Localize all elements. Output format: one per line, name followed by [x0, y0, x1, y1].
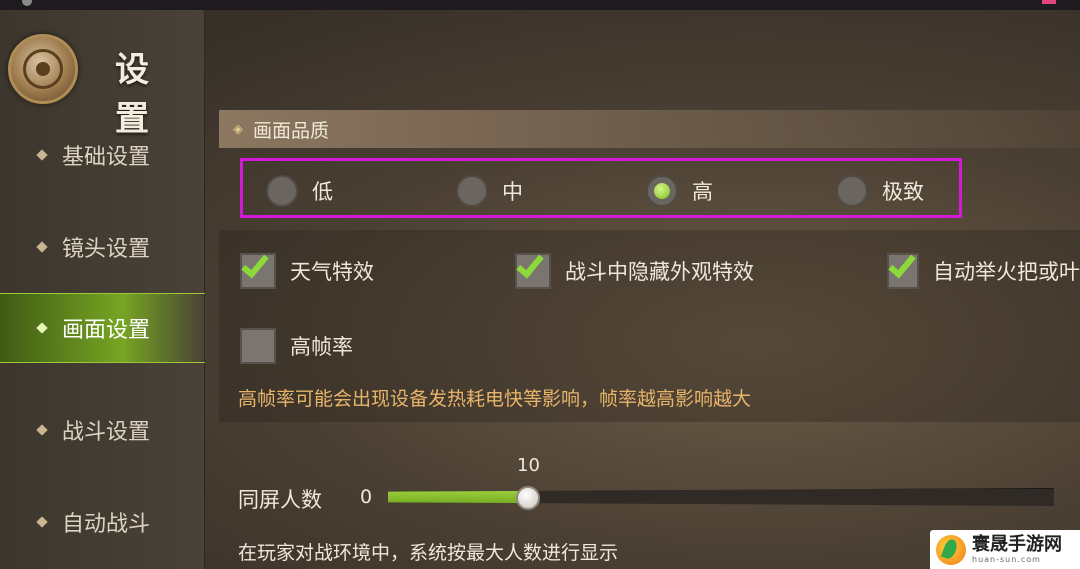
- checkmark-icon: [241, 249, 269, 279]
- auto-torch-toggle[interactable]: 自动举火把或叶: [887, 253, 1080, 289]
- sidebar-item-basic[interactable]: 基础设置: [0, 120, 205, 190]
- checkmark-icon: [888, 253, 916, 279]
- checkbox[interactable]: [240, 328, 276, 364]
- high-fps-note: 高帧率可能会出现设备发热耗电快等影响，帧率越高影响越大: [238, 388, 752, 410]
- quality-option-high[interactable]: 高: [646, 175, 713, 207]
- sidebar-item-label: 画面设置: [62, 318, 151, 343]
- radio-button[interactable]: [836, 175, 868, 207]
- checkbox-label: 自动举火把或叶: [933, 260, 1080, 284]
- radio-button-selected[interactable]: [646, 175, 678, 207]
- player-count-note: 在玩家对战环境中，系统按最大人数进行显示: [238, 542, 619, 564]
- sidebar-item-label: 镜头设置: [62, 237, 151, 262]
- quality-option-ultra[interactable]: 极致: [836, 175, 924, 207]
- sidebar-item-label: 基础设置: [62, 145, 151, 170]
- checkbox[interactable]: [887, 253, 919, 289]
- quality-label: 中: [502, 180, 523, 204]
- sidebar-item-combat[interactable]: 战斗设置: [0, 395, 205, 465]
- radio-selected-dot-icon: [654, 183, 670, 199]
- high-fps-toggle[interactable]: 高帧率: [240, 328, 353, 364]
- quality-label: 低: [312, 180, 333, 204]
- checkbox[interactable]: [240, 249, 276, 289]
- site-watermark: 寰晟手游网 huan-sun.com: [930, 530, 1080, 569]
- sidebar-item-camera[interactable]: 镜头设置: [0, 212, 205, 282]
- player-count-slider[interactable]: [388, 488, 1054, 506]
- sidebar-item-label: 自动战斗: [62, 512, 151, 537]
- diamond-icon: [36, 516, 48, 528]
- diamond-icon: [36, 424, 48, 436]
- quality-label: 高: [692, 180, 713, 204]
- radio-button[interactable]: [266, 175, 298, 207]
- checkbox-label: 战斗中隐藏外观特效: [565, 260, 754, 284]
- sidebar-item-auto-combat[interactable]: 自动战斗: [0, 487, 205, 557]
- diamond-icon: [36, 322, 48, 334]
- top-bar-dot-icon: [22, 0, 32, 6]
- quality-section-header: ◈ 画面品质: [219, 110, 1080, 148]
- hide-battle-effects-toggle[interactable]: 战斗中隐藏外观特效: [515, 249, 754, 289]
- diamond-icon: [36, 241, 48, 253]
- window-top-bar: [0, 0, 1080, 10]
- checkbox-label: 天气特效: [290, 260, 374, 284]
- quality-label: 极致: [882, 180, 924, 204]
- player-count-value: 10: [517, 455, 540, 476]
- sidebar-item-label: 战斗设置: [62, 420, 151, 445]
- player-count-label: 同屏人数: [238, 488, 322, 512]
- quality-option-medium[interactable]: 中: [456, 175, 523, 207]
- watermark-sub: huan-sun.com: [972, 554, 1041, 564]
- checkmark-icon: [516, 249, 544, 279]
- top-bar-accent: [1042, 0, 1056, 4]
- sidebar-item-graphics[interactable]: 画面设置: [0, 293, 205, 363]
- section-title: 画面品质: [253, 119, 330, 142]
- quality-option-low[interactable]: 低: [266, 175, 333, 207]
- section-diamond-icon: ◈: [233, 121, 243, 137]
- game-emblem-icon: [8, 34, 78, 104]
- watermark-logo-icon: [936, 534, 966, 565]
- weather-effects-toggle[interactable]: 天气特效: [240, 249, 374, 289]
- watermark-text: 寰晟手游网 huan-sun.com: [972, 533, 1062, 565]
- slider-fill: [388, 489, 528, 506]
- slider-handle[interactable]: [515, 486, 540, 510]
- settings-sidebar: 设 置 基础设置 镜头设置 画面设置 战斗设置 自动战斗: [0, 10, 205, 569]
- quality-options: 低 中 高 极致: [240, 158, 962, 218]
- radio-button[interactable]: [456, 175, 488, 207]
- checkbox-label: 高帧率: [290, 335, 353, 359]
- checkbox[interactable]: [515, 249, 551, 289]
- player-count-min: 0: [360, 486, 373, 508]
- diamond-icon: [36, 149, 48, 161]
- watermark-main: 寰晟手游网: [972, 533, 1062, 555]
